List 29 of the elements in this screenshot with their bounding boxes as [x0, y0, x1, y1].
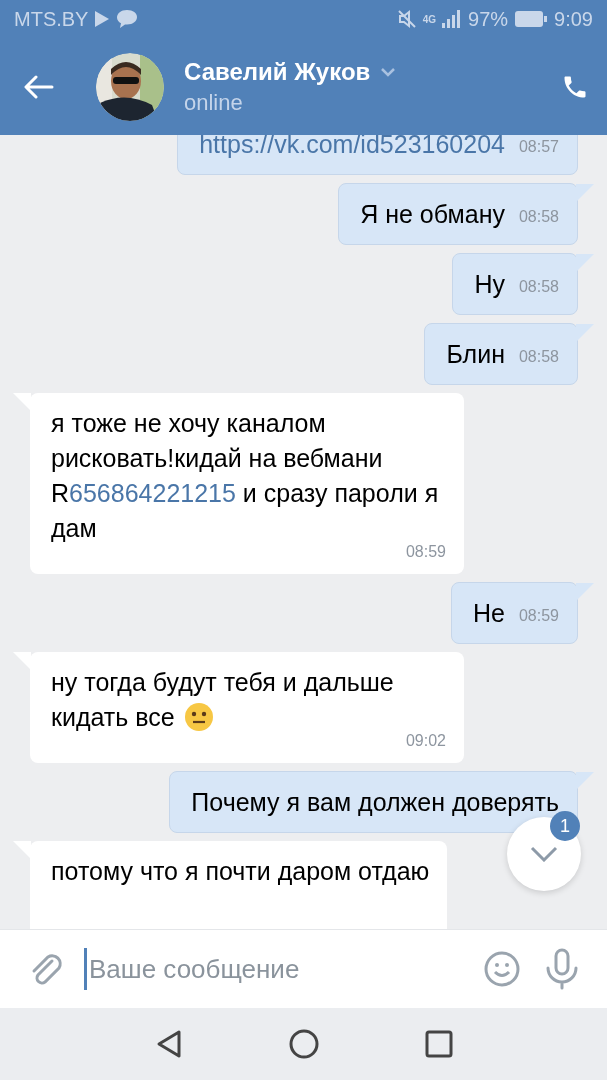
message-time: 08:58 [518, 347, 559, 367]
message-text: Я не обману [360, 200, 505, 228]
chevron-down-icon[interactable] [380, 66, 397, 77]
contact-name[interactable]: Савелий Жуков [184, 57, 371, 86]
carrier-name: MTS.BY [14, 7, 89, 31]
message-text: потому что я почти даром отдаю [51, 857, 430, 885]
message-time: 08:57 [518, 137, 559, 157]
clock: 9:09 [554, 7, 593, 31]
message-time: 09:02 [404, 731, 446, 751]
signal-icon [442, 9, 463, 29]
chat-bubble-icon [116, 9, 139, 29]
battery-percent: 97% [468, 7, 509, 31]
message-text: Ну [474, 270, 505, 298]
play-icon [94, 10, 111, 28]
muted-speaker-icon [396, 9, 417, 29]
online-status: online [184, 89, 243, 116]
message-text: Не [473, 599, 505, 627]
message-time: 08:58 [518, 207, 559, 227]
network-label: 4G [422, 13, 437, 25]
battery-icon [514, 10, 549, 28]
message-text: я тоже не хочу каналом рисковать!кидай на вебмани R656864221215 и сразу пароли я дам [51, 409, 439, 542]
message-composer[interactable]: Ваше сообщение [0, 929, 607, 1008]
message-text: ну тогда будут тебя и дальше кидать все [51, 668, 394, 731]
message-text: Блин [446, 340, 505, 368]
message-time: 08:59 [518, 606, 559, 626]
message-time: 08:59 [404, 542, 446, 562]
message-text: https://vk.com/id523160204 [199, 135, 505, 158]
chevron-down-icon[interactable] [530, 846, 558, 862]
message-time: 08:58 [518, 277, 559, 297]
